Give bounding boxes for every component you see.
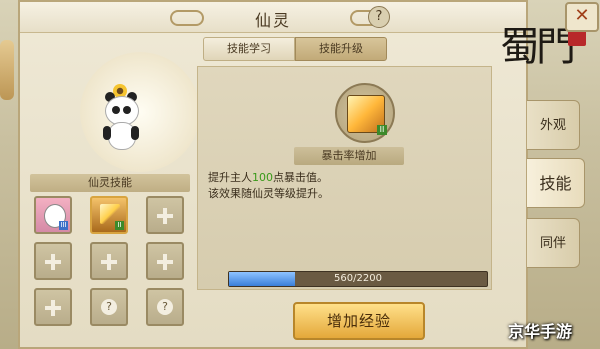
plus-icon [51,300,55,316]
skill-slot-pet[interactable]: III [34,196,72,234]
exp-progress-bar: 560/2200 [228,271,488,287]
skill-slot-empty[interactable] [90,242,128,280]
desc-value: 100 [252,171,273,184]
progress-text: 560/2200 [334,273,382,284]
panda-pet[interactable] [103,92,139,152]
main-panel: 仙灵 ? 技能学习 技能升级 仙灵技能 III II ? ? II 暴击率增加 … [18,0,528,349]
level-badge: III [59,221,68,230]
desc-prefix: 提升主人 [208,171,252,184]
pet-glow [80,52,200,172]
question-icon: ? [101,299,117,315]
lantern-decoration [0,40,14,100]
skill-slot-empty[interactable] [34,242,72,280]
add-exp-button[interactable]: 增加经验 [293,302,425,340]
level-badge: II [377,125,387,135]
close-button[interactable]: ✕ [565,2,599,32]
side-tab-skills[interactable]: 技能 [527,158,585,208]
help-button[interactable]: ? [368,6,390,28]
tab-skill-upgrade[interactable]: 技能升级 [295,37,387,61]
skill-name: 暴击率增加 [294,147,404,165]
desc-line2: 该效果随仙灵等级提升。 [208,187,329,200]
skill-slot-empty[interactable] [146,242,184,280]
side-tab-appearance[interactable]: 外观 [527,100,580,150]
desc-suffix: 点暴击值。 [273,171,328,184]
plus-icon [163,254,167,270]
skill-slot-empty[interactable] [34,288,72,326]
question-icon: ? [157,299,173,315]
plus-icon [163,208,167,224]
skill-slot-empty[interactable] [146,196,184,234]
title-bar: 仙灵 ? [20,2,526,33]
tab-skill-learn[interactable]: 技能学习 [203,37,295,61]
skill-slot-locked[interactable]: ? [146,288,184,326]
skill-slot-crit[interactable]: II [90,196,128,234]
skill-description: 提升主人100点暴击值。 该效果随仙灵等级提升。 [208,170,478,202]
pet-skills-title: 仙灵技能 [30,174,190,192]
skill-slot-locked[interactable]: ? [90,288,128,326]
pet-skills-panel: 仙灵技能 III II ? ? [30,174,190,326]
plus-icon [107,254,111,270]
side-tab-companion[interactable]: 同伴 [527,218,580,268]
crit-skill-icon: II [347,95,387,135]
window-title: 仙灵 [254,11,291,30]
pet-display [30,42,200,172]
skill-detail-panel: II 暴击率增加 提升主人100点暴击值。 该效果随仙灵等级提升。 560/22… [197,66,492,290]
plus-icon [51,254,55,270]
level-badge: II [115,221,124,230]
watermark: 京华手游 [508,322,573,341]
skill-icon-frame: II [335,83,395,143]
